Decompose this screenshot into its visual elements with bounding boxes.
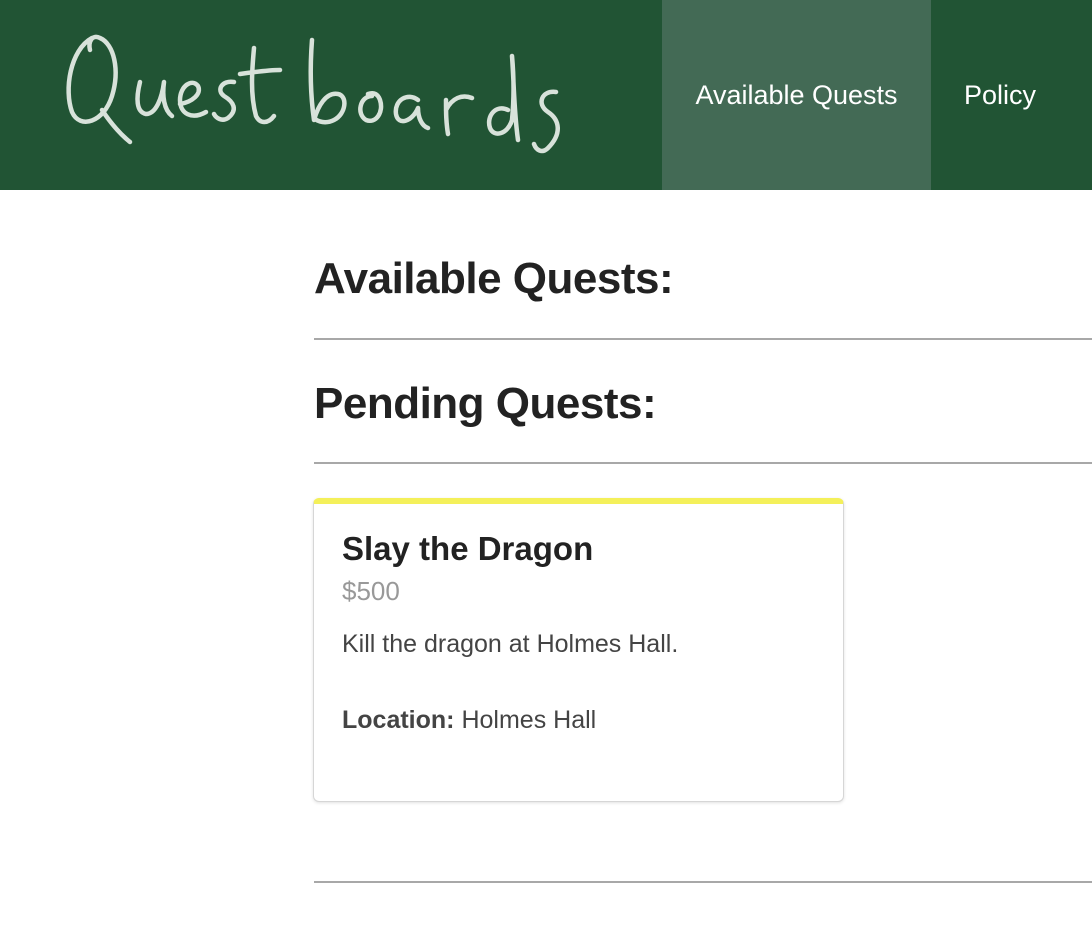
section-divider	[314, 338, 1092, 340]
nav-available-quests[interactable]: Available Quests	[662, 0, 931, 190]
section-divider	[314, 881, 1092, 883]
quest-reward: $500	[342, 576, 400, 606]
questboards-logo-icon	[66, 34, 560, 154]
available-quests-heading: Available Quests:	[314, 254, 674, 303]
quest-title: Slay the Dragon	[342, 530, 594, 567]
quest-location: Location: Holmes Hall	[342, 706, 596, 735]
pending-quests-heading: Pending Quests:	[314, 379, 657, 428]
quest-card[interactable]: Slay the Dragon $500 Kill the dragon at …	[313, 498, 844, 802]
nav-policy[interactable]: Policy	[931, 0, 1069, 190]
quest-location-value: Holmes Hall	[461, 706, 597, 734]
quest-description: Kill the dragon at Holmes Hall.	[342, 630, 679, 658]
section-divider	[314, 462, 1092, 464]
navbar: Available Quests Policy	[0, 0, 1092, 190]
nav-policy-label: Policy	[963, 79, 1037, 110]
brand-logo[interactable]	[62, 30, 572, 170]
quest-location-label: Location:	[342, 706, 455, 734]
nav-available-quests-label: Available Quests	[695, 79, 898, 110]
